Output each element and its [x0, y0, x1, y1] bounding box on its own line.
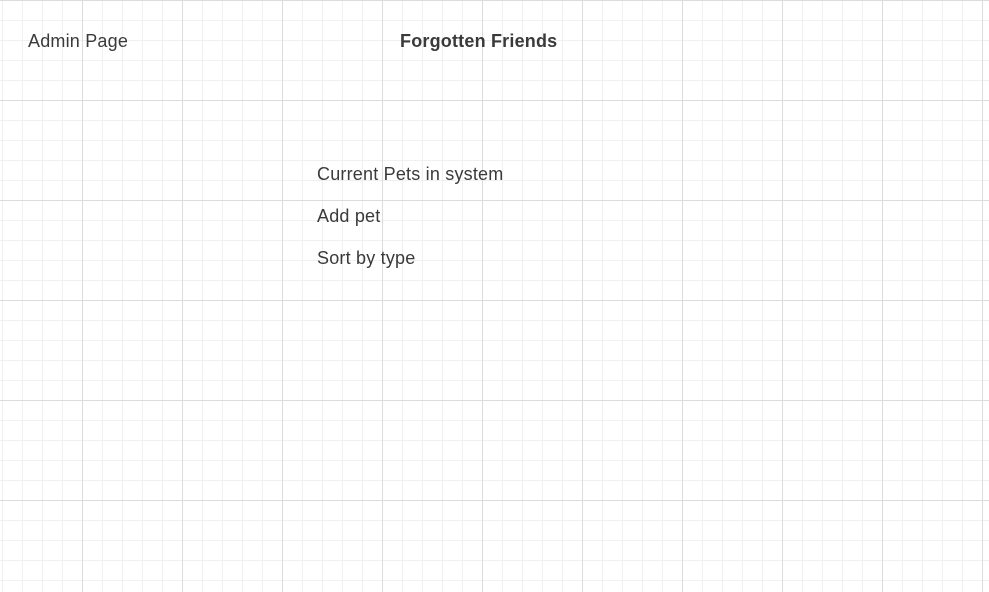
admin-page-title: Admin Page	[28, 31, 129, 51]
menu-item-sort-by-type[interactable]: Sort by type	[317, 248, 503, 269]
menu-item-add-pet[interactable]: Add pet	[317, 206, 503, 227]
admin-menu: Current Pets in system Add pet Sort by t…	[317, 164, 503, 290]
site-title: Forgotten Friends	[400, 31, 558, 51]
menu-item-current-pets[interactable]: Current Pets in system	[317, 164, 503, 185]
